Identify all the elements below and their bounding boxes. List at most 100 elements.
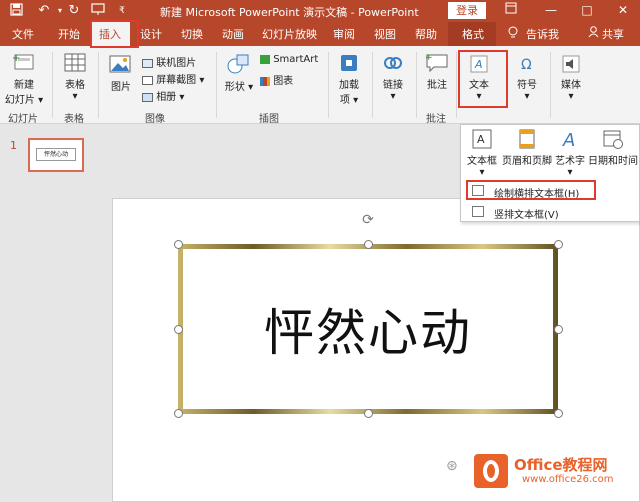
- online-pictures-button[interactable]: 联机图片: [142, 54, 196, 69]
- links-button[interactable]: 链接 ▾: [378, 52, 408, 102]
- wordart-icon: A: [562, 130, 575, 150]
- chevron-down-icon: ▾: [567, 167, 573, 178]
- chevron-down-icon: ▾: [349, 95, 359, 106]
- share-button[interactable]: 共享: [602, 26, 624, 42]
- new-slide-button[interactable]: + 新建 幻灯片 ▾: [4, 52, 44, 106]
- smartart-icon: [260, 54, 270, 64]
- chart-button[interactable]: 图表: [260, 72, 293, 87]
- screenshot-icon: [142, 75, 153, 85]
- chevron-down-icon: ▾: [524, 91, 530, 102]
- datetime-button[interactable]: 日期和时间: [588, 128, 638, 167]
- ribbon-divider: [416, 52, 417, 118]
- tab-design[interactable]: 设计: [140, 26, 162, 42]
- ribbon-divider: [328, 52, 329, 118]
- album-button[interactable]: 相册 ▾: [142, 88, 184, 103]
- ribbon-divider: [550, 52, 551, 118]
- resize-handle[interactable]: [554, 409, 563, 418]
- login-button[interactable]: 登录: [448, 2, 486, 19]
- table-icon: [64, 53, 86, 72]
- slides-pane: [0, 124, 98, 502]
- redo-icon[interactable]: ↻: [66, 3, 82, 19]
- chevron-down-icon: ▾: [479, 167, 485, 178]
- resize-handle[interactable]: [554, 240, 563, 249]
- album-icon: [142, 92, 153, 102]
- tab-home[interactable]: 开始: [58, 26, 80, 42]
- ribbon-divider: [216, 52, 217, 118]
- vertical-textbox-item[interactable]: 竖排文本框(V): [468, 203, 594, 221]
- wordart-button[interactable]: A 艺术字 ▾: [554, 128, 586, 178]
- comment-icon: +: [425, 53, 448, 73]
- tab-transitions[interactable]: 切换: [181, 26, 203, 42]
- group-label-comments: 批注: [426, 114, 446, 125]
- symbol-icon: Ω: [521, 57, 532, 73]
- ribbon-divider: [98, 52, 99, 118]
- minimize-icon[interactable]: —: [540, 2, 562, 19]
- group-label-illustrations: 插图: [259, 114, 279, 125]
- textbox-text[interactable]: 怦然心动: [183, 293, 553, 365]
- online-pictures-icon: [142, 58, 153, 68]
- vertical-textbox-icon: [472, 206, 484, 217]
- pictures-button[interactable]: 图片: [104, 52, 138, 93]
- ribbon-divider: [372, 52, 373, 118]
- resize-handle[interactable]: [174, 240, 183, 249]
- highlight-box-text-button: [458, 50, 508, 108]
- slide-number: 1: [10, 139, 17, 152]
- chart-icon: [260, 76, 270, 86]
- svg-text:A: A: [562, 130, 575, 150]
- close-icon[interactable]: ✕: [612, 2, 634, 19]
- ribbon-display-icon[interactable]: [500, 2, 522, 19]
- speaker-icon: [562, 55, 580, 73]
- tab-view[interactable]: 视图: [374, 26, 396, 42]
- svg-text:+: +: [12, 53, 20, 64]
- addins-icon: [341, 55, 357, 71]
- media-button[interactable]: 媒体 ▾: [556, 54, 586, 102]
- selected-textbox[interactable]: 怦然心动: [178, 244, 558, 414]
- tell-me-box[interactable]: 告诉我: [526, 26, 559, 42]
- resize-handle[interactable]: [364, 240, 373, 249]
- resize-handle[interactable]: [554, 325, 563, 334]
- tab-format[interactable]: 格式: [448, 22, 496, 46]
- addins-button[interactable]: 加载 项 ▾: [334, 52, 364, 106]
- watermark-title: Office教程网: [514, 456, 608, 474]
- resize-handle[interactable]: [364, 409, 373, 418]
- group-label-slides: 幻灯片: [8, 114, 38, 125]
- chevron-down-icon: ▾: [176, 92, 185, 103]
- tab-file[interactable]: 文件: [12, 26, 34, 42]
- table-button[interactable]: 表格 ▾: [58, 52, 92, 102]
- picture-icon: [109, 55, 131, 73]
- screenshot-button[interactable]: 屏幕截图 ▾: [142, 71, 204, 86]
- svg-text:+: +: [425, 53, 433, 63]
- svg-text:Ω: Ω: [521, 57, 532, 73]
- user-icon: [588, 26, 599, 41]
- wechat-icon: ⊛: [446, 458, 458, 474]
- tab-slideshow[interactable]: 幻灯片放映: [262, 26, 317, 42]
- thumbnail-text: 怦然心动: [36, 148, 76, 161]
- window-title: 新建 Microsoft PowerPoint 演示文稿 - PowerPoin…: [160, 6, 419, 19]
- tab-animations[interactable]: 动画: [222, 26, 244, 42]
- maximize-icon[interactable]: □: [576, 2, 598, 19]
- resize-handle[interactable]: [174, 325, 183, 334]
- slide-thumbnail[interactable]: 怦然心动: [28, 138, 84, 172]
- comment-button[interactable]: + 批注: [422, 52, 452, 91]
- rotate-handle-icon[interactable]: ⟳: [360, 212, 376, 228]
- shapes-button[interactable]: 形状 ▾: [222, 52, 256, 93]
- start-from-beginning-icon[interactable]: [90, 3, 106, 21]
- header-footer-button[interactable]: 页眉和页脚: [502, 128, 552, 167]
- resize-handle[interactable]: [174, 409, 183, 418]
- chevron-down-icon: ▾: [390, 91, 396, 102]
- svg-text:A: A: [477, 133, 485, 146]
- lightbulb-icon: [508, 26, 518, 42]
- tab-review[interactable]: 审阅: [333, 26, 355, 42]
- tab-help[interactable]: 帮助: [415, 26, 437, 42]
- highlight-box-insert-tab: [90, 20, 139, 48]
- undo-icon[interactable]: ↶: [36, 3, 52, 19]
- chevron-down-icon: ▾: [244, 82, 254, 93]
- chevron-down-icon: ▾: [196, 75, 205, 86]
- smartart-button[interactable]: SmartArt: [260, 54, 318, 65]
- customize-icon[interactable]: ₹: [114, 3, 130, 19]
- ribbon-divider: [456, 52, 457, 118]
- symbols-button[interactable]: Ω 符号 ▾: [512, 54, 542, 102]
- title-bar: ↶ ▾ ↻ ₹ 新建 Microsoft PowerPoint 演示文稿 - P…: [0, 0, 640, 22]
- save-icon[interactable]: [8, 3, 24, 21]
- textbox-button[interactable]: A 文本框 ▾: [464, 128, 500, 178]
